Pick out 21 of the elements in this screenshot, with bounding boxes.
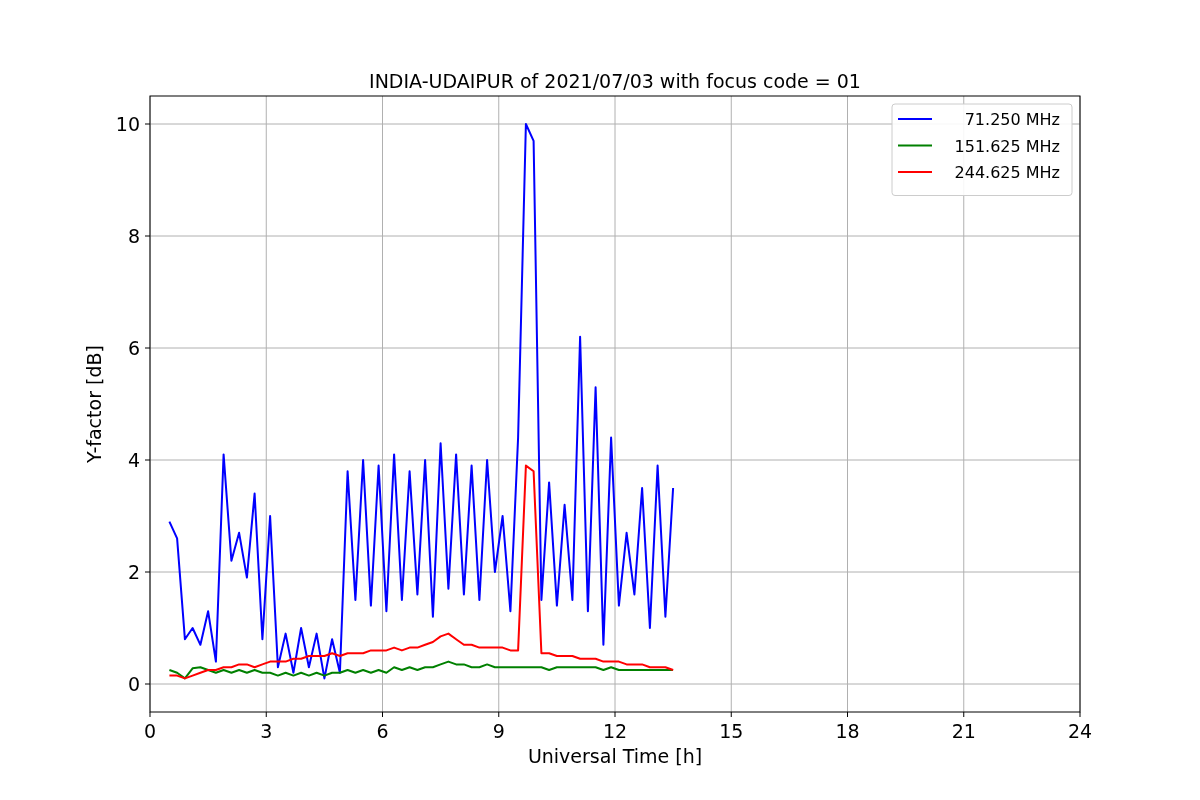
tick-label: 6 xyxy=(376,720,389,742)
tick-label: 4 xyxy=(127,449,140,471)
tick-label: 0 xyxy=(127,673,140,695)
legend-label: 151.625 MHz xyxy=(954,136,1060,156)
tick-label: 18 xyxy=(835,720,860,742)
tick-label: 6 xyxy=(127,337,140,359)
x-axis-label: Universal Time [h] xyxy=(527,745,703,767)
tick-label: 24 xyxy=(1067,720,1093,742)
tick-label: 0 xyxy=(143,720,157,742)
tick-label: 21 xyxy=(951,720,976,742)
tick-label: 8 xyxy=(127,225,140,247)
y-axis-label: Y-factor [dB] xyxy=(83,345,105,463)
chart-title: INDIA-UDAIPUR of 2021/07/03 with focus code = 01 xyxy=(369,70,861,92)
tick-label: 9 xyxy=(492,720,505,742)
legend-label: 244.625 MHz xyxy=(954,163,1060,182)
tick-label: 12 xyxy=(602,720,628,742)
tick-label: 3 xyxy=(260,720,273,742)
legend-label: 71.250 MHz xyxy=(964,110,1060,129)
tick-label: 2 xyxy=(127,561,140,583)
tick-label: 15 xyxy=(719,720,744,742)
tick-label: 10 xyxy=(115,113,140,135)
